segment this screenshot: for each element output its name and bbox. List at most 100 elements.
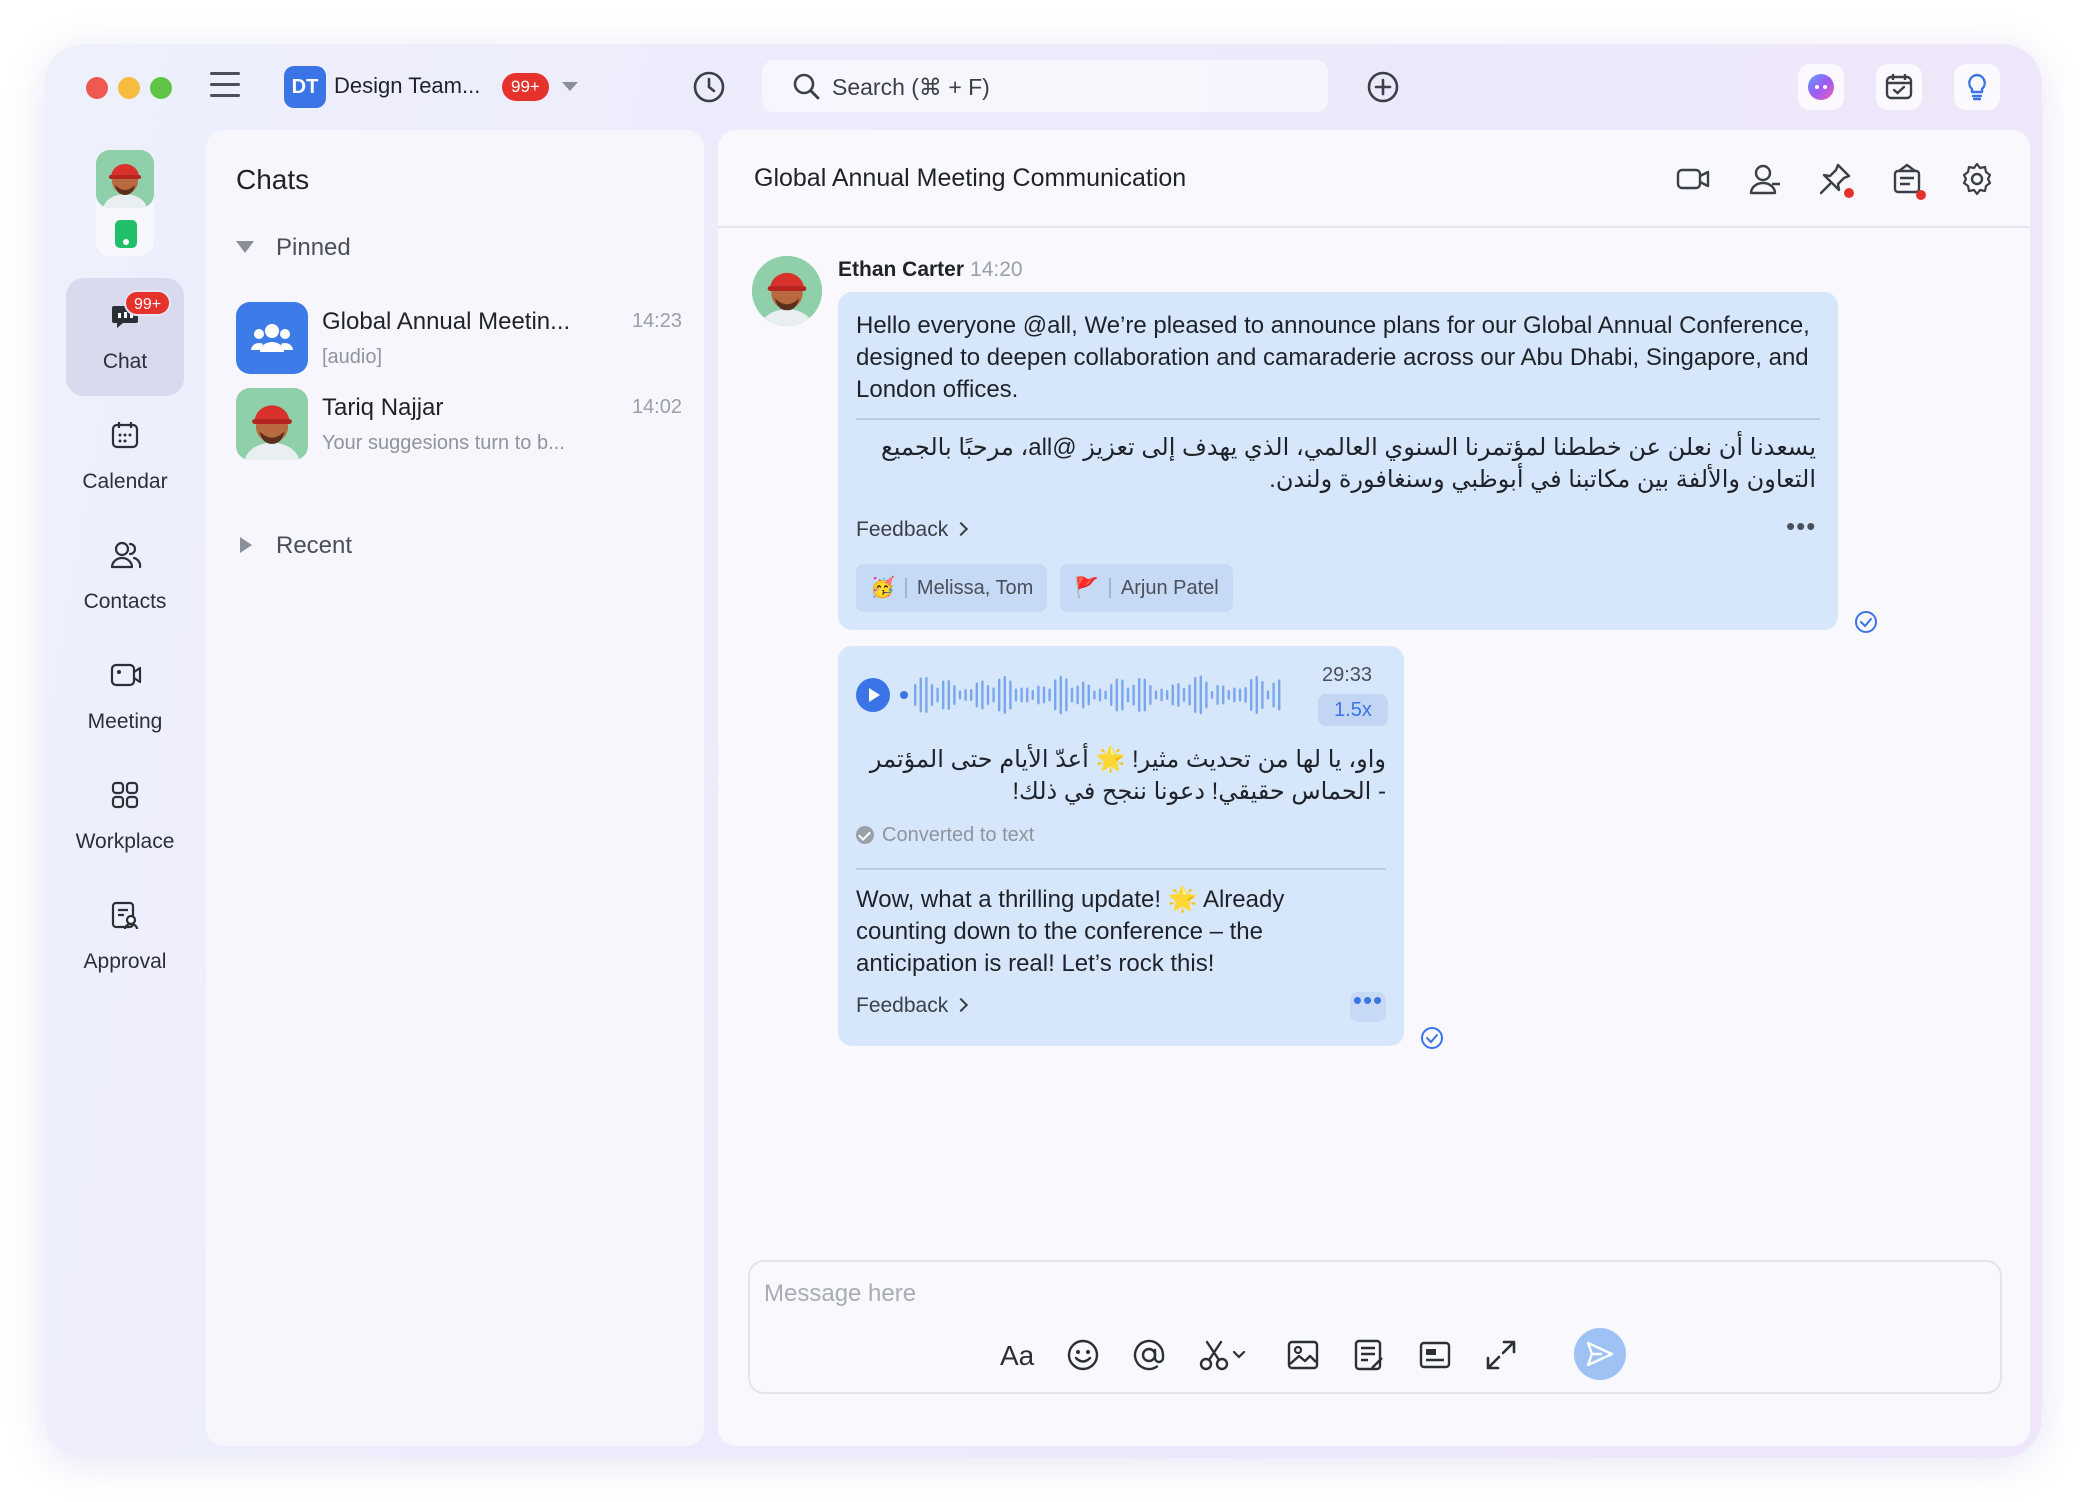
playback-speed-button[interactable]: 1.5x	[1318, 694, 1388, 726]
search-icon	[792, 72, 820, 105]
chat-time: 14:02	[631, 396, 682, 418]
chat-time: 14:23	[631, 310, 682, 332]
group-icon	[251, 324, 293, 352]
my-avatar[interactable]	[96, 150, 154, 208]
nav-label-calendar: Calendar	[82, 470, 168, 493]
more-options-icon[interactable]: •••	[1786, 513, 1816, 539]
mention-icon[interactable]	[1132, 1338, 1166, 1377]
team-avatar[interactable]: DT	[284, 66, 326, 108]
chevron-right-icon	[954, 521, 969, 537]
chevron-right-icon	[954, 997, 969, 1013]
ai-assistant-icon	[1808, 74, 1834, 100]
chat-unread-badge: 99+	[124, 290, 172, 316]
recent-label: Recent	[276, 532, 353, 559]
nav-label-workplace: Workplace	[75, 830, 175, 853]
contacts-icon	[110, 540, 142, 575]
chat-list-title: Chats	[236, 164, 310, 195]
history-clock-icon[interactable]	[692, 70, 726, 109]
pinned-label: Pinned	[276, 234, 351, 261]
recent-section-toggle[interactable]: Recent	[236, 532, 352, 560]
tips-button[interactable]	[1954, 64, 2000, 110]
audio-transcript-en: Wow, what a thrilling update! 🌟 Already …	[856, 886, 1285, 977]
meeting-icon	[110, 660, 142, 695]
search-placeholder[interactable]: Search (⌘ + F)	[832, 74, 990, 101]
search-bar[interactable]: Search (⌘ + F)	[762, 60, 1328, 112]
message-bubble[interactable]: Hello everyone @all, We’re pleased to an…	[838, 292, 1838, 630]
chat-list-item[interactable]: Tariq Najjar 14:02 Your suggesions turn …	[236, 388, 682, 464]
card-message-icon[interactable]	[1418, 1338, 1452, 1377]
chat-name: Tariq Najjar	[322, 394, 444, 421]
message-text-en: Hello everyone @all, We’re pleased to an…	[856, 312, 1810, 403]
tasks-button[interactable]	[1876, 64, 1922, 110]
conversation-title: Global Annual Meeting Communication	[754, 164, 1187, 192]
contact-avatar	[236, 388, 308, 460]
announcement-notification-dot	[1916, 190, 1926, 200]
chat-list-item[interactable]: Global Annual Meetin... 14:23 [audio]	[236, 302, 682, 378]
message-time: 14:20	[970, 258, 1023, 281]
play-audio-button[interactable]	[856, 678, 890, 712]
group-avatar	[236, 302, 308, 374]
settings-gear-icon[interactable]	[1960, 162, 1994, 201]
nav-contacts[interactable]: Contacts	[66, 518, 184, 636]
expand-icon[interactable]	[1484, 1338, 1518, 1377]
nav-chat[interactable]: 99+ Chat	[66, 278, 184, 396]
feedback-label: Feedback	[856, 518, 949, 541]
reaction-names: Melissa, Tom	[916, 577, 1034, 599]
party-emoji-icon: 🥳	[870, 577, 895, 599]
send-button[interactable]	[1574, 1328, 1626, 1380]
lightbulb-icon	[1968, 73, 1986, 101]
reaction-chip[interactable]: 🥳 Melissa, Tom	[856, 564, 1048, 612]
emoji-icon[interactable]	[1066, 1338, 1100, 1377]
message-text-ar: يسعدنا أن نعلن عن خططنا لمؤتمرنا السنوي …	[880, 434, 1816, 493]
maximize-window-button[interactable]	[150, 77, 172, 99]
sender-avatar[interactable]	[752, 256, 822, 326]
reaction-chip[interactable]: 🚩 Arjun Patel	[1060, 564, 1233, 612]
pin-icon[interactable]	[1818, 162, 1854, 201]
read-receipt-icon[interactable]	[1420, 1026, 1444, 1055]
add-circle-icon[interactable]	[1366, 70, 1400, 109]
document-icon[interactable]	[1352, 1338, 1386, 1377]
pinned-section-toggle[interactable]: Pinned	[236, 234, 351, 262]
image-icon[interactable]	[1286, 1338, 1320, 1377]
nav-label-approval: Approval	[83, 950, 167, 973]
sender-name[interactable]: Ethan Carter	[838, 258, 964, 281]
nav-label-chat: Chat	[102, 350, 148, 373]
more-options-icon[interactable]: •••	[1350, 987, 1386, 1022]
feedback-link[interactable]: Feedback	[856, 518, 969, 542]
minimize-window-button[interactable]	[118, 77, 140, 99]
calendar-check-icon	[1885, 74, 1913, 100]
collapse-caret-icon	[236, 241, 254, 253]
chat-list-panel: Chats Pinned Global Annual Meetin... 14:…	[206, 130, 704, 1446]
video-call-icon[interactable]	[1676, 162, 1710, 201]
my-profile-card[interactable]	[96, 150, 154, 256]
converted-status: Converted to text	[856, 824, 1034, 847]
audio-duration: 29:33	[1322, 664, 1373, 686]
nav-label-meeting: Meeting	[87, 710, 163, 733]
team-unread-badge: 99+	[502, 73, 549, 101]
audio-waveform-icon[interactable]	[900, 672, 1300, 718]
read-receipt-icon[interactable]	[1854, 610, 1878, 639]
team-dropdown-caret-icon[interactable]	[562, 82, 578, 91]
converted-label: Converted to text	[882, 824, 1035, 846]
message-input[interactable]	[764, 1274, 1464, 1314]
text-format-icon[interactable]: Aa	[1000, 1340, 1034, 1372]
members-icon[interactable]	[1748, 162, 1782, 201]
team-name[interactable]: Design Team...	[334, 73, 480, 99]
message-composer: Aa	[748, 1260, 2002, 1394]
announcement-icon[interactable]	[1890, 162, 1926, 201]
nav-workplace[interactable]: Workplace	[66, 758, 184, 876]
conversation-panel: Global Annual Meeting Communication Etha…	[718, 130, 2030, 1446]
workplace-icon	[110, 780, 140, 815]
menu-icon[interactable]	[210, 72, 240, 100]
reaction-names: Arjun Patel	[1120, 577, 1219, 599]
feedback-link[interactable]: Feedback	[856, 994, 969, 1018]
nav-meeting[interactable]: Meeting	[66, 638, 184, 756]
screenshot-scissors-icon[interactable]	[1198, 1338, 1248, 1377]
chat-preview: Your suggesions turn to b...	[322, 432, 565, 454]
nav-label-contacts: Contacts	[83, 590, 167, 613]
nav-approval[interactable]: Approval	[66, 878, 184, 996]
audio-message-bubble[interactable]: 29:33 1.5x واو، يا لها من تحديث مثير! 🌟 …	[838, 646, 1404, 1046]
ai-assistant-button[interactable]	[1798, 64, 1844, 110]
close-window-button[interactable]	[86, 77, 108, 99]
nav-calendar[interactable]: Calendar	[66, 398, 184, 516]
